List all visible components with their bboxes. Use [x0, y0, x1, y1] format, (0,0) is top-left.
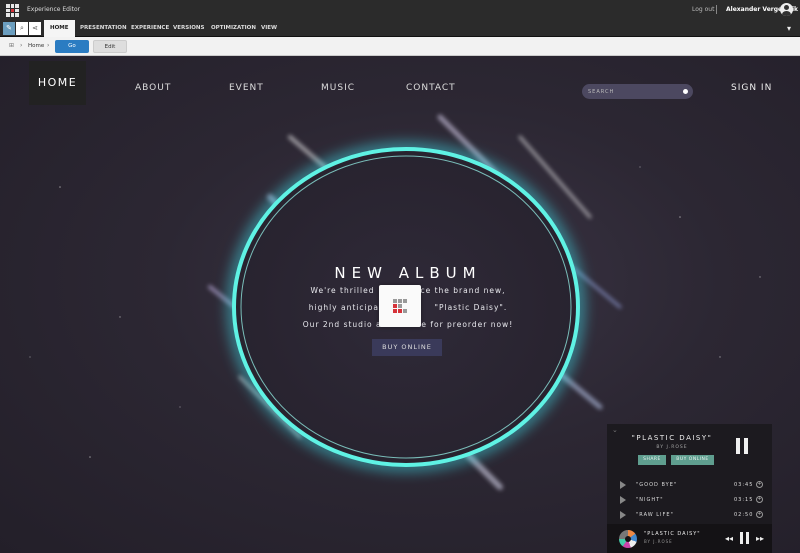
- ribbon-toolbox: ✎ ⌕ ⋖: [3, 22, 43, 36]
- chevron-right-icon: ›: [20, 42, 23, 49]
- search-icon[interactable]: ⌕: [16, 22, 28, 35]
- track-name: "NIGHT": [636, 497, 664, 503]
- hero-title: NEW ALBUM: [334, 264, 482, 282]
- nav-event[interactable]: EVENT: [229, 83, 264, 93]
- previous-icon[interactable]: ◂◂: [725, 534, 733, 543]
- player-buy-button[interactable]: BUY ONLINE: [671, 455, 714, 465]
- play-icon[interactable]: [620, 511, 626, 519]
- share-button[interactable]: SHARE: [638, 455, 666, 465]
- app-title: Experience Editor: [27, 6, 81, 13]
- nav-about[interactable]: ABOUT: [135, 83, 171, 93]
- track-row[interactable]: "GOOD BYE" 03:45 +: [620, 480, 765, 490]
- edit-mode-icon[interactable]: ✎: [3, 22, 15, 35]
- add-icon[interactable]: +: [756, 481, 763, 488]
- track-name: "GOOD BYE": [636, 482, 678, 488]
- ribbon-tabs: HOME PRESENTATION EXPERIENCE VERSIONS OP…: [0, 20, 800, 37]
- nav-contact[interactable]: CONTACT: [406, 83, 456, 93]
- track-name: "RAW LIFE": [636, 512, 674, 518]
- chevron-down-icon[interactable]: ▾: [787, 25, 794, 33]
- go-button[interactable]: Go: [55, 40, 89, 53]
- search-input[interactable]: [588, 87, 668, 96]
- nav-home[interactable]: HOME: [29, 61, 86, 105]
- player-artist: BY J.ROSE: [656, 445, 688, 450]
- nav-music[interactable]: MUSIC: [321, 83, 355, 93]
- next-icon[interactable]: ▸▸: [756, 534, 764, 543]
- track-time: 03:15: [734, 497, 754, 503]
- tab-view[interactable]: VIEW: [255, 20, 283, 37]
- logout-link[interactable]: Log out: [692, 6, 714, 13]
- play-icon[interactable]: [620, 496, 626, 504]
- album-cover: [619, 530, 637, 548]
- tab-optimization[interactable]: OPTIMIZATION: [205, 20, 262, 37]
- avatar[interactable]: [780, 3, 793, 16]
- now-playing-bar: "PLASTIC DAISY" BY J.ROSE ◂◂ ▸▸: [607, 524, 772, 553]
- edit-button[interactable]: Edit: [93, 40, 127, 53]
- app-launcher-icon[interactable]: [6, 4, 19, 17]
- loading-spinner-icon: [379, 285, 421, 327]
- pause-icon[interactable]: [736, 438, 748, 454]
- tab-home[interactable]: HOME: [44, 20, 75, 37]
- topbar-divider: [716, 5, 717, 14]
- share-icon[interactable]: ⋖: [29, 22, 41, 35]
- buy-online-button[interactable]: BUY ONLINE: [372, 339, 442, 356]
- search-box: [582, 84, 693, 99]
- add-icon[interactable]: +: [756, 496, 763, 503]
- now-playing-title: "PLASTIC DAISY": [644, 531, 701, 537]
- now-playing-artist: BY J.ROSE: [644, 539, 673, 544]
- sign-in-link[interactable]: SIGN IN: [731, 83, 772, 93]
- website-page: HOME ABOUT EVENT MUSIC CONTACT SIGN IN N…: [0, 57, 800, 553]
- tab-versions[interactable]: VERSIONS: [167, 20, 211, 37]
- tree-icon[interactable]: ⊞: [9, 42, 14, 49]
- chevron-down-icon[interactable]: ⌄: [612, 426, 618, 434]
- search-icon[interactable]: [683, 89, 688, 94]
- pause-icon[interactable]: [740, 532, 749, 544]
- track-time: 03:45: [734, 482, 754, 488]
- add-icon[interactable]: +: [756, 511, 763, 518]
- player-album-title: "PLASTIC DAISY": [631, 434, 713, 442]
- track-row[interactable]: "RAW LIFE" 02:50 +: [620, 510, 765, 520]
- play-icon[interactable]: [620, 481, 626, 489]
- track-row[interactable]: "NIGHT" 03:15 +: [620, 495, 765, 505]
- editor-topbar: Experience Editor Log out Alexander Verg…: [0, 0, 800, 20]
- breadcrumb[interactable]: Home: [28, 43, 44, 49]
- tab-presentation[interactable]: PRESENTATION: [74, 20, 133, 37]
- track-time: 02:50: [734, 512, 754, 518]
- chevron-right-icon: ›: [47, 42, 50, 49]
